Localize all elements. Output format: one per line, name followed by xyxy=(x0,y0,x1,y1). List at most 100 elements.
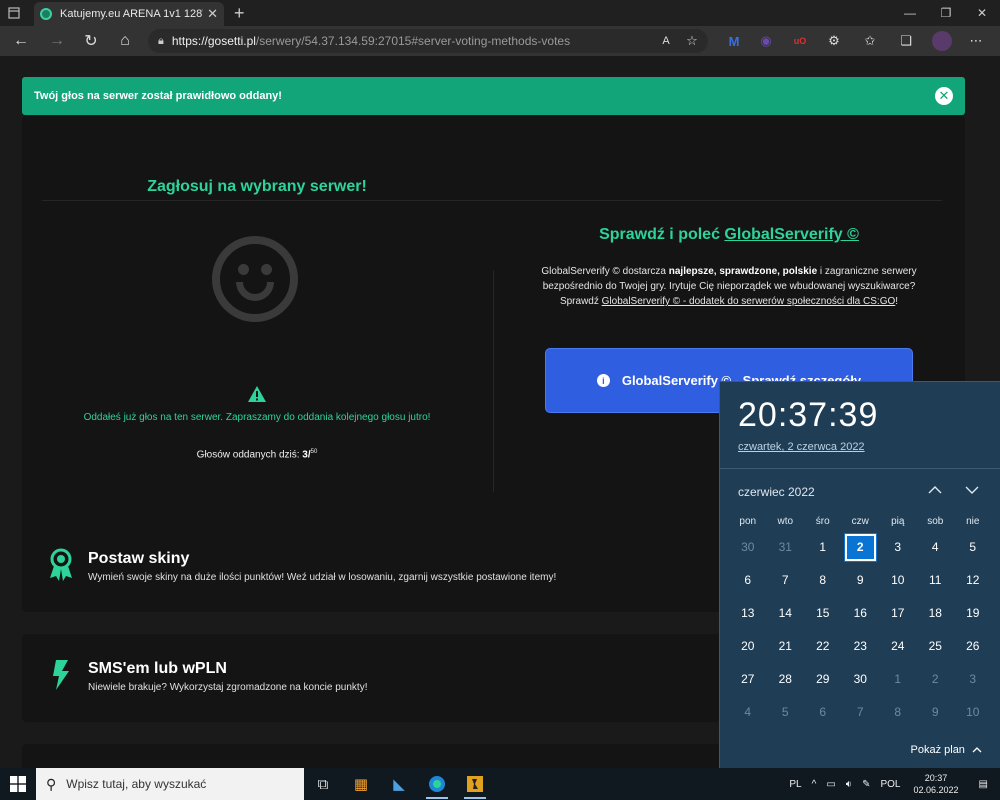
browser-tab[interactable]: Katujemy.eu ARENA 1v1 128TR ✕ xyxy=(34,2,224,26)
new-tab-button[interactable]: + xyxy=(234,3,245,24)
search-placeholder: Wpisz tutaj, aby wyszukać xyxy=(66,777,207,791)
windows-start-icon[interactable] xyxy=(0,768,36,800)
input-language-indicator[interactable]: POL xyxy=(875,779,905,790)
calendar-day[interactable]: 10 xyxy=(954,696,992,729)
home-icon[interactable]: ⌂ xyxy=(108,26,142,56)
calendar-day[interactable]: 11 xyxy=(917,564,955,597)
calendar-day[interactable]: 6 xyxy=(804,696,842,729)
weekday-label: sob xyxy=(927,516,944,527)
calendar-day-today[interactable]: 2 xyxy=(842,531,880,564)
calendar-day[interactable]: 6 xyxy=(729,564,767,597)
calendar-day[interactable]: 20 xyxy=(729,630,767,663)
restore-icon[interactable]: ❐ xyxy=(928,0,964,26)
chevron-up-icon[interactable]: ^ xyxy=(807,779,822,790)
calendar-day[interactable]: 8 xyxy=(804,564,842,597)
calendar-day[interactable]: 30 xyxy=(729,531,767,564)
more-menu-icon[interactable]: ⋯ xyxy=(966,31,986,51)
calendar-day[interactable]: 17 xyxy=(879,597,917,630)
pen-icon[interactable]: ✎ xyxy=(857,779,875,790)
calendar-day[interactable]: 7 xyxy=(842,696,880,729)
calendar-day[interactable]: 13 xyxy=(729,597,767,630)
calendar-day[interactable]: 28 xyxy=(767,663,805,696)
calendar-day[interactable]: 1 xyxy=(804,531,842,564)
address-bar-row: ← → ↻ ⌂ 🔒︎ https://gosetti.pl/serwery/54… xyxy=(0,26,1000,56)
calendar-day[interactable]: 9 xyxy=(917,696,955,729)
calendar-day[interactable]: 4 xyxy=(729,696,767,729)
extension-purple-icon[interactable]: ◉ xyxy=(756,31,776,51)
taskbar-search-field[interactable]: ⚲ Wpisz tutaj, aby wyszukać xyxy=(36,768,304,800)
show-agenda-button[interactable]: Pokaż plan xyxy=(911,744,983,756)
minimize-icon[interactable]: — xyxy=(892,0,928,26)
calendar-day[interactable]: 5 xyxy=(767,696,805,729)
read-aloud-icon[interactable]: A xyxy=(656,31,676,51)
volume-icon[interactable]: 🔉︎ xyxy=(841,779,857,790)
calendar-day[interactable]: 12 xyxy=(954,564,992,597)
app-icon[interactable]: ◣ xyxy=(380,768,418,800)
calendar-day[interactable]: 31 xyxy=(767,531,805,564)
calendar-day[interactable]: 18 xyxy=(917,597,955,630)
calendar-day[interactable]: 1 xyxy=(879,663,917,696)
calendar-day[interactable]: 27 xyxy=(729,663,767,696)
calendar-day[interactable]: 9 xyxy=(842,564,880,597)
success-alert: Twój głos na serwer został prawidłowo od… xyxy=(22,77,965,115)
csgo-icon[interactable] xyxy=(456,768,494,800)
favorites-icon[interactable]: ✩ xyxy=(860,31,880,51)
lock-icon[interactable]: 🔒︎ xyxy=(158,35,164,48)
next-month-icon[interactable] xyxy=(962,480,982,500)
calendar-day[interactable]: 21 xyxy=(767,630,805,663)
url-host: https://gosetti.pl xyxy=(171,34,256,48)
previous-month-icon[interactable] xyxy=(925,480,945,500)
calendar-day[interactable]: 8 xyxy=(879,696,917,729)
calendar-day[interactable]: 16 xyxy=(842,597,880,630)
add-favorite-icon[interactable]: ☆ xyxy=(682,31,702,51)
notifications-icon[interactable]: ▤ xyxy=(967,779,1000,790)
calendar-day[interactable]: 26 xyxy=(954,630,992,663)
gs-title-link[interactable]: GlobalServerify © xyxy=(724,226,859,243)
task-view-icon[interactable]: ⧉ xyxy=(304,768,342,800)
collections-icon[interactable]: ❏ xyxy=(896,31,916,51)
close-window-icon[interactable]: ✕ xyxy=(964,0,1000,26)
extensions-icon[interactable]: ⚙ xyxy=(824,31,844,51)
language-indicator[interactable]: PL xyxy=(784,779,806,790)
smiley-icon xyxy=(212,236,298,322)
weekday-label: nie xyxy=(966,516,980,527)
tab-actions-icon[interactable] xyxy=(0,0,28,26)
calendar-day[interactable]: 3 xyxy=(954,663,992,696)
extension-m-icon[interactable]: M xyxy=(724,31,744,51)
calendar-month[interactable]: czerwiec 2022 xyxy=(738,485,815,499)
calendar-day[interactable]: 23 xyxy=(842,630,880,663)
taskbar-clock[interactable]: 20:37 02.06.2022 xyxy=(906,772,967,796)
network-icon[interactable]: ▭ xyxy=(821,779,840,790)
calendar-day[interactable]: 19 xyxy=(954,597,992,630)
alert-message: Twój głos na serwer został prawidłowo od… xyxy=(34,90,282,102)
back-icon[interactable]: ← xyxy=(4,26,38,56)
close-tab-icon[interactable]: ✕ xyxy=(207,6,218,22)
refresh-icon[interactable]: ↻ xyxy=(74,26,108,56)
gs-desc-link[interactable]: GlobalServerify © - dodatek do serwerów … xyxy=(602,296,896,307)
calendar-day[interactable]: 30 xyxy=(842,663,880,696)
forward-icon[interactable]: → xyxy=(40,26,74,56)
calendar-day[interactable]: 10 xyxy=(879,564,917,597)
calendar-day[interactable]: 4 xyxy=(917,531,955,564)
url-field[interactable]: 🔒︎ https://gosetti.pl/serwery/54.37.134.… xyxy=(148,29,708,53)
calendar-grid: pon wto śro czw pią sob nie 30 31 1 2 3 … xyxy=(729,513,992,729)
calendar-day[interactable]: 3 xyxy=(879,531,917,564)
calendar-day[interactable]: 22 xyxy=(804,630,842,663)
calendar-day[interactable]: 25 xyxy=(917,630,955,663)
clock-date-link[interactable]: czwartek, 2 czerwca 2022 xyxy=(738,441,865,453)
calendar-day[interactable]: 7 xyxy=(767,564,805,597)
edge-browser-icon[interactable] xyxy=(418,768,456,800)
microsoft-store-icon[interactable]: ▦ xyxy=(342,768,380,800)
profile-avatar[interactable] xyxy=(932,31,952,51)
calendar-day[interactable]: 29 xyxy=(804,663,842,696)
calendar-day[interactable]: 5 xyxy=(954,531,992,564)
calendar-day[interactable]: 2 xyxy=(917,663,955,696)
calendar-day[interactable]: 24 xyxy=(879,630,917,663)
taskbar-date: 02.06.2022 xyxy=(913,785,959,795)
calendar-day[interactable]: 15 xyxy=(804,597,842,630)
taskbar: ⚲ Wpisz tutaj, aby wyszukać ⧉ ▦ ◣ PL ^ ▭… xyxy=(0,768,1000,800)
ublock-icon[interactable]: uO xyxy=(790,31,810,51)
calendar-flyout: 20:37:39 czwartek, 2 czerwca 2022 czerwi… xyxy=(719,381,1000,768)
calendar-day[interactable]: 14 xyxy=(767,597,805,630)
close-alert-icon[interactable]: ✕ xyxy=(935,87,953,105)
